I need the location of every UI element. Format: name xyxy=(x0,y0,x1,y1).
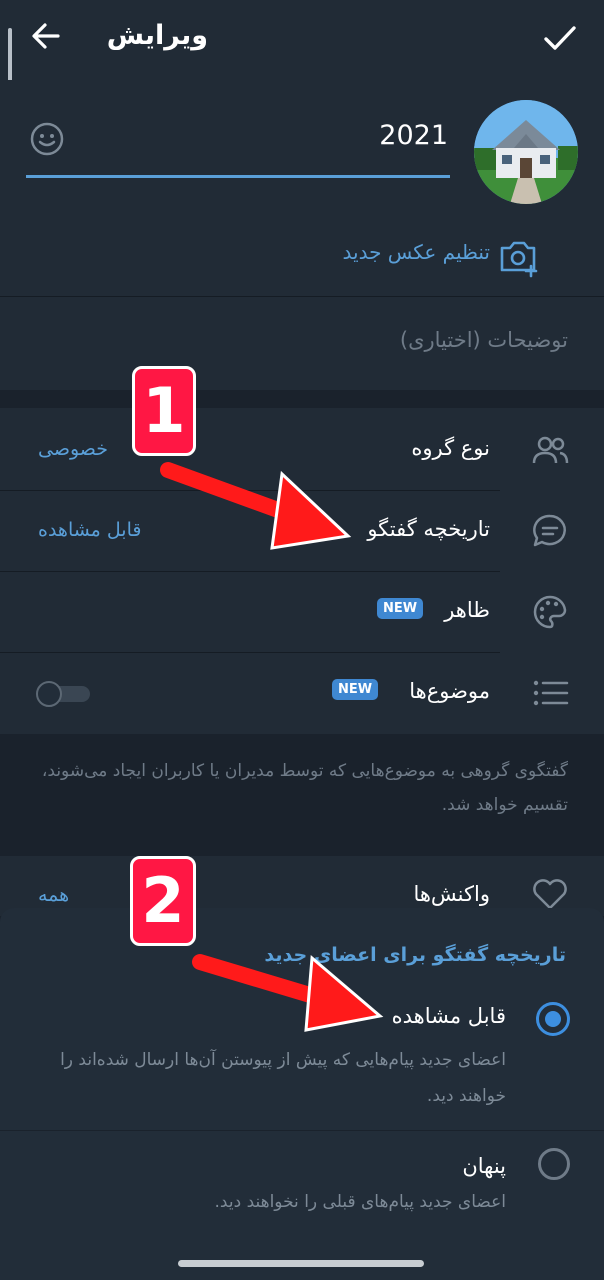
arrow-1 xyxy=(160,462,352,550)
arrow-2 xyxy=(192,954,384,1032)
annotation-marker-2: 2 xyxy=(130,856,196,946)
marker-2-number: 2 xyxy=(141,864,185,937)
marker-1-number: 1 xyxy=(142,374,186,447)
annotation-arrows xyxy=(160,462,384,1032)
annotation-marker-1: 1 xyxy=(132,366,196,456)
